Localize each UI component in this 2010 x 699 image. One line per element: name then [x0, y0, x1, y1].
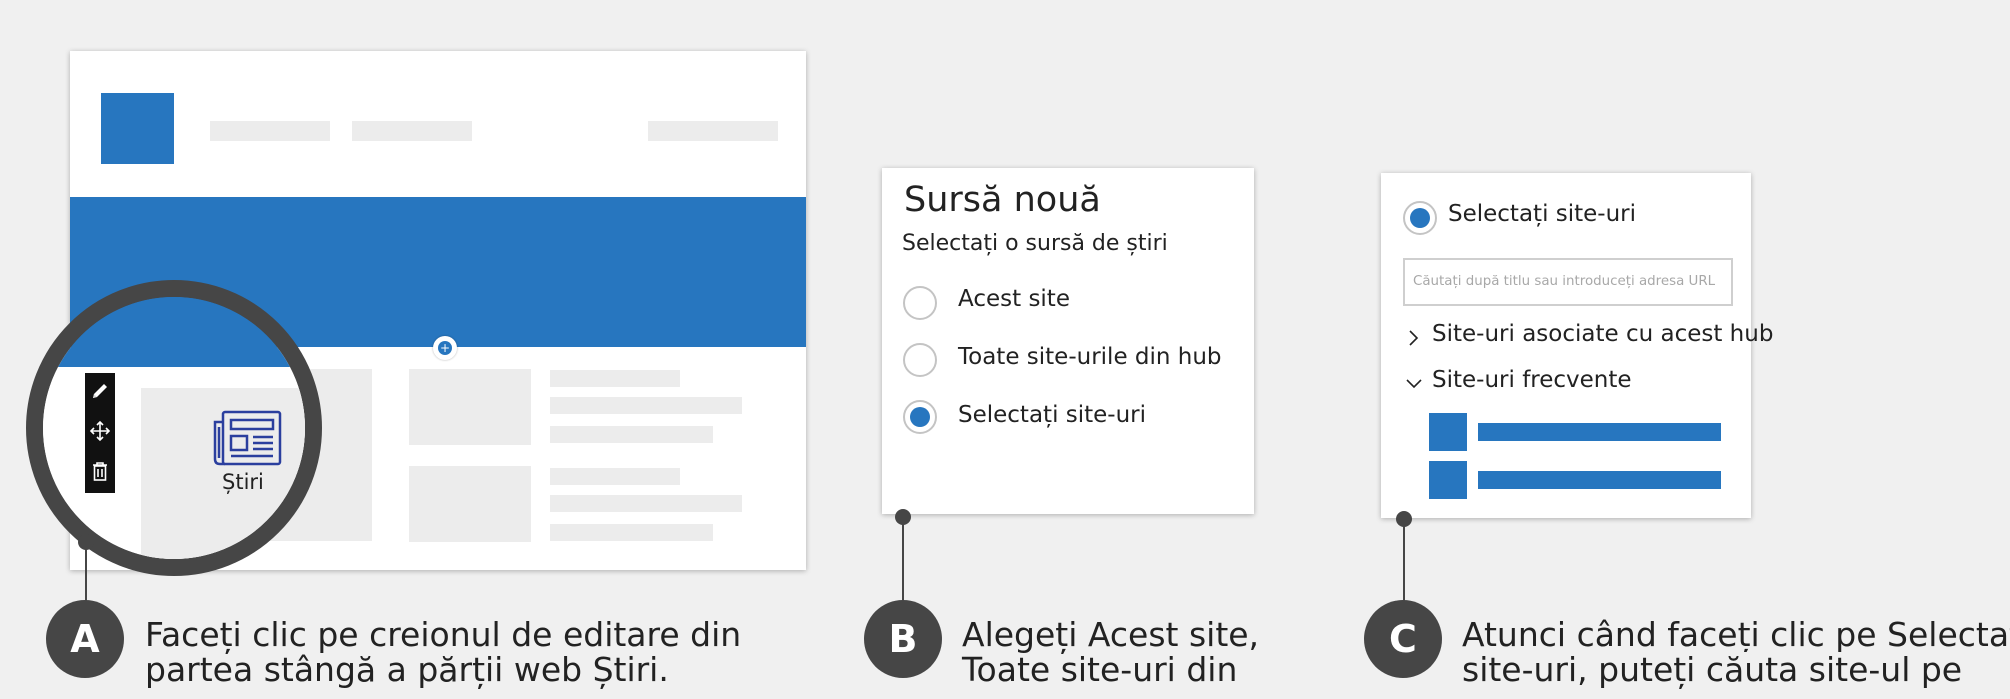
- site-search-input[interactable]: Căutați după titlu sau introduceți adres…: [1403, 258, 1733, 306]
- chevron-down-icon[interactable]: [1405, 376, 1423, 390]
- associated-sites-label[interactable]: Site-uri asociate cu acest hub: [1432, 321, 1773, 347]
- option-select-sites[interactable]: Selectați site-uri: [958, 402, 1146, 428]
- news-icon: [211, 409, 283, 467]
- panel-title: Sursă nouă: [904, 180, 1101, 220]
- site-thumbnail-2: [1429, 461, 1467, 499]
- select-sites-panel: Selectați site-uri Căutați după titlu sa…: [1381, 173, 1773, 518]
- connector-line-a: [85, 542, 87, 606]
- radio-select-sites-c[interactable]: [1403, 201, 1437, 235]
- option-all-hub-sites[interactable]: Toate site-urile din hub: [958, 344, 1222, 370]
- site-thumbnail-1: [1429, 413, 1467, 451]
- chevron-right-icon[interactable]: [1407, 328, 1421, 348]
- connector-line-b: [902, 517, 904, 606]
- step-c-badge: C: [1364, 600, 1442, 678]
- text-line-4: [550, 468, 680, 485]
- text-line-2: [550, 397, 742, 414]
- content-placeholder-2: [409, 466, 531, 542]
- radio-this-site[interactable]: [903, 286, 937, 320]
- trash-icon[interactable]: [88, 459, 112, 483]
- step-b-line2: Toate site-uri din: [962, 650, 1238, 689]
- nav-placeholder-1: [210, 121, 330, 141]
- text-line-3: [550, 426, 713, 443]
- text-line-1: [550, 370, 680, 387]
- text-line-5: [550, 495, 742, 512]
- step-c-line2: site-uri, puteți căuta site-ul pe: [1462, 650, 1963, 689]
- connector-line-c: [1403, 519, 1405, 606]
- step-c-line1: Atunci când faceți clic pe Selectați: [1462, 617, 2010, 652]
- radio-all-hub-sites[interactable]: [903, 343, 937, 377]
- content-placeholder-1: [409, 369, 531, 445]
- site-bar-1[interactable]: [1478, 423, 1721, 441]
- nav-placeholder-2: [352, 121, 472, 141]
- source-panel: Sursă nouă Selectați o sursă de știri Ac…: [882, 168, 1254, 514]
- option-this-site[interactable]: Acest site: [958, 286, 1070, 312]
- text-line-6: [550, 524, 713, 541]
- frequent-sites-label[interactable]: Site-uri frecvente: [1432, 367, 1632, 393]
- panel-subtitle: Selectați o sursă de știri: [902, 231, 1168, 256]
- news-label: Știri: [222, 470, 264, 494]
- edit-toolbar: [85, 373, 115, 493]
- nav-placeholder-3: [648, 121, 778, 141]
- plus-icon: +: [438, 341, 452, 355]
- pencil-icon[interactable]: [88, 379, 112, 403]
- add-section-button[interactable]: +: [433, 336, 457, 360]
- step-a-badge: A: [46, 600, 124, 678]
- step-a-line2: partea stângă a părții web Știri.: [145, 650, 669, 689]
- move-icon[interactable]: [88, 419, 112, 443]
- site-logo: [101, 93, 174, 164]
- step-b-line1: Alegeți Acest site,: [962, 615, 1260, 654]
- step-b-badge: B: [864, 600, 942, 678]
- selected-option-label[interactable]: Selectați site-uri: [1448, 201, 1636, 227]
- step-a-line1: Faceți clic pe creionul de editare din: [145, 615, 742, 654]
- site-bar-2[interactable]: [1478, 471, 1721, 489]
- radio-select-sites[interactable]: [903, 400, 937, 434]
